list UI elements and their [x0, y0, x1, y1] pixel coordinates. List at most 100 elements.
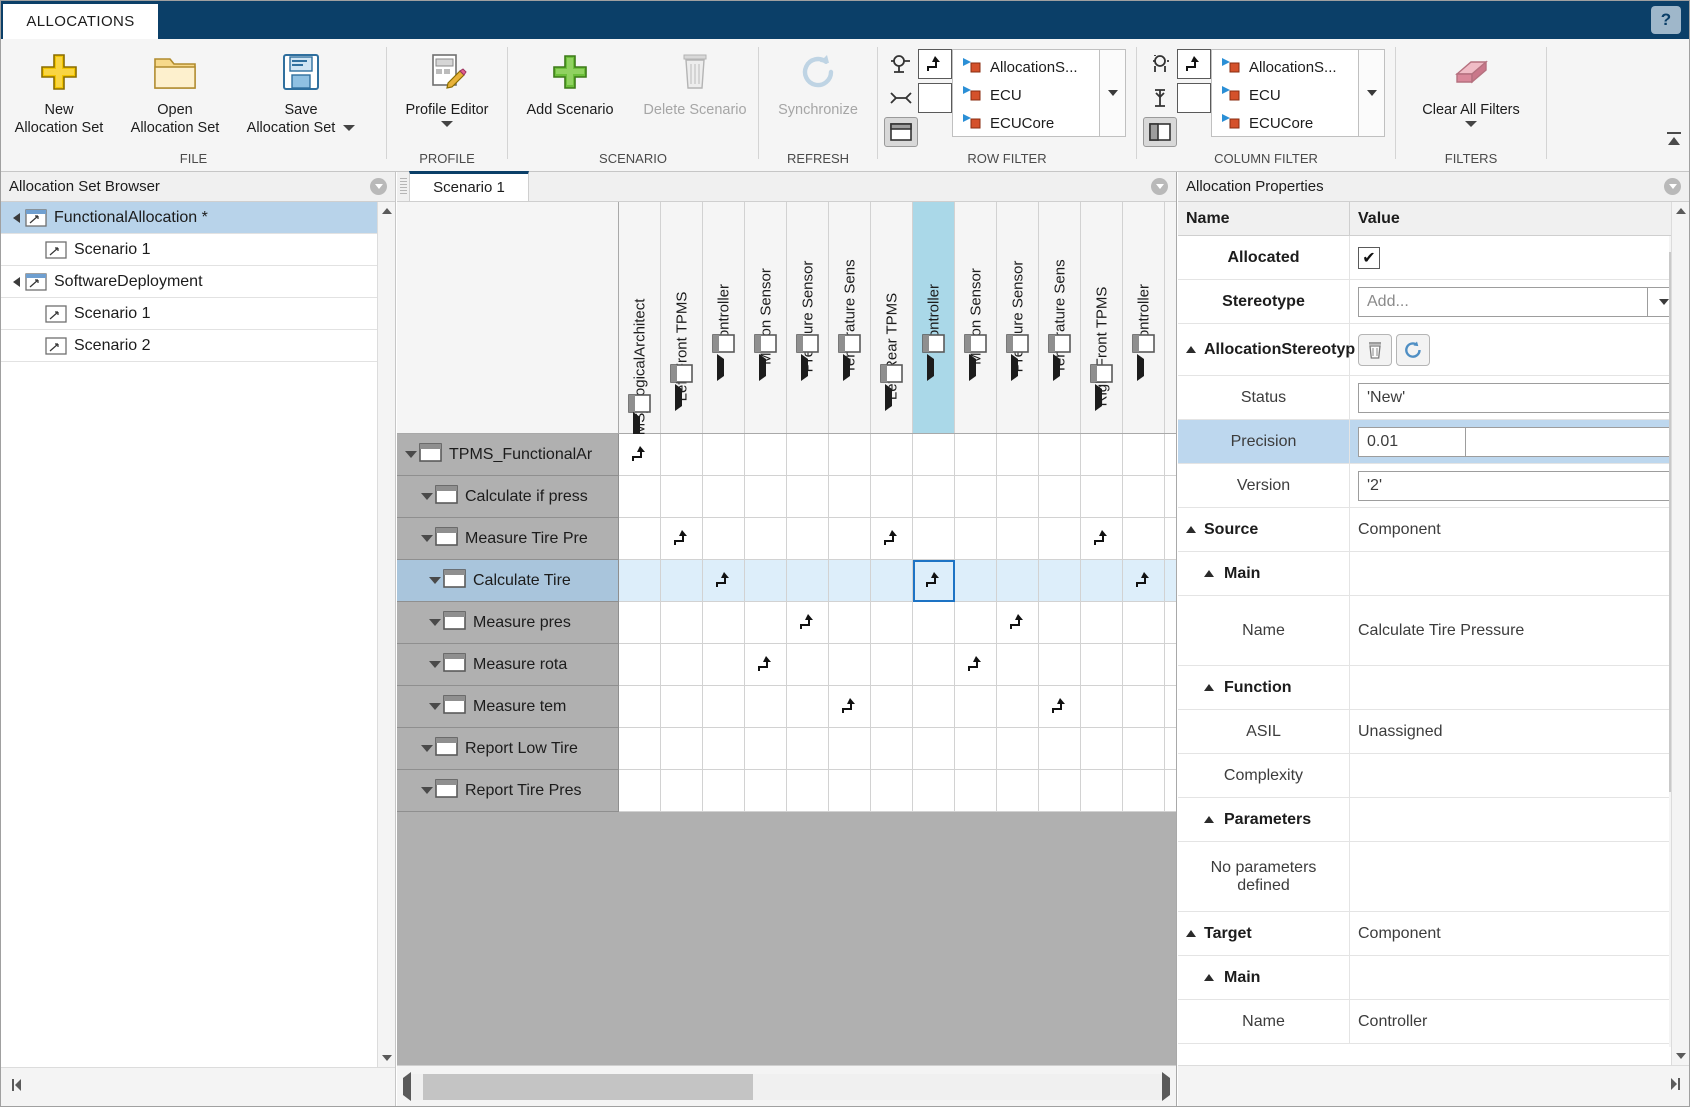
property-row-parameters[interactable]: Parameters [1178, 798, 1689, 842]
precision-input[interactable]: 0.01 [1358, 427, 1466, 457]
row-header[interactable]: TPMS_FunctionalAr [397, 434, 619, 476]
matrix-cell[interactable] [703, 434, 745, 476]
matrix-cell[interactable] [1123, 434, 1165, 476]
row-header[interactable]: Measure pres [397, 602, 619, 644]
column-header-left-front-tpms[interactable]: Left Front TPMS [661, 202, 703, 433]
row-expand-twisty-icon[interactable] [403, 451, 419, 458]
row-filter-unallocated-toggle[interactable] [918, 83, 952, 113]
column-expand-caret-icon[interactable] [885, 389, 892, 407]
matrix-cell[interactable] [1165, 728, 1176, 770]
matrix-cell[interactable] [913, 602, 955, 644]
property-row-function[interactable]: Function [1178, 666, 1689, 710]
scroll-end-icon[interactable] [1665, 1075, 1683, 1098]
matrix-cell[interactable] [871, 518, 913, 560]
column-header-partial[interactable] [1165, 202, 1176, 433]
matrix-panel-menu-button[interactable] [1151, 178, 1168, 195]
matrix-cell[interactable] [745, 518, 787, 560]
column-expand-caret-icon[interactable] [633, 417, 640, 435]
column-expand-caret-icon[interactable] [843, 359, 850, 377]
matrix-row[interactable]: Report Low Tire [397, 728, 1176, 770]
matrix-cell[interactable] [997, 644, 1039, 686]
row-filter-link-icon-button[interactable] [884, 83, 918, 113]
add-scenario-button[interactable]: Add Scenario [508, 39, 632, 147]
property-row-version[interactable]: Version '2' [1178, 464, 1689, 508]
matrix-cell[interactable] [619, 518, 661, 560]
browser-scroll-down-button[interactable] [378, 1049, 396, 1067]
matrix-cell[interactable] [871, 434, 913, 476]
matrix-row[interactable]: Calculate if press [397, 476, 1176, 518]
matrix-cell[interactable] [913, 434, 955, 476]
column-filter-item[interactable]: AllocationS... [1220, 54, 1356, 80]
property-row-complexity[interactable]: Complexity [1178, 754, 1689, 798]
matrix-cell[interactable] [787, 770, 829, 812]
tree-item-scenario-1-software[interactable]: Scenario 1 [1, 298, 377, 330]
properties-scroll-up-button[interactable] [1672, 202, 1689, 220]
properties-outer-vertical-scrollbar[interactable] [1671, 202, 1689, 1107]
column-header-temprature-sensor-lf[interactable]: Temprature Sens [829, 202, 871, 433]
matrix-cell[interactable] [997, 602, 1039, 644]
property-row-allocated[interactable]: Allocated ✔ [1178, 236, 1689, 280]
matrix-cell[interactable] [1081, 560, 1123, 602]
matrix-cell[interactable] [1081, 602, 1123, 644]
browser-horizontal-scrollbar[interactable] [1, 1067, 395, 1107]
matrix-cell[interactable] [913, 770, 955, 812]
column-filter-dropdown-button[interactable] [1359, 49, 1385, 137]
matrix-row[interactable]: Report Tire Pres [397, 770, 1176, 812]
matrix-cell[interactable] [703, 476, 745, 518]
matrix-cell[interactable] [1039, 644, 1081, 686]
column-header-controller-lr[interactable]: Controller [913, 202, 955, 433]
matrix-cell[interactable] [1123, 644, 1165, 686]
matrix-cell[interactable] [829, 518, 871, 560]
delete-scenario-button[interactable]: Delete Scenario [632, 39, 758, 147]
matrix-cell[interactable] [1165, 602, 1176, 644]
profile-editor-caret-icon[interactable] [441, 121, 453, 127]
matrix-cell[interactable] [955, 518, 997, 560]
matrix-cell[interactable] [871, 770, 913, 812]
matrix-cell[interactable] [703, 518, 745, 560]
matrix-cell[interactable] [997, 434, 1039, 476]
group-collapse-caret-icon[interactable] [1186, 346, 1196, 353]
property-row-source-main[interactable]: Main [1178, 552, 1689, 596]
matrix-cell[interactable] [787, 728, 829, 770]
matrix-cell[interactable] [619, 686, 661, 728]
matrix-cell[interactable] [913, 518, 955, 560]
matrix-cell[interactable] [787, 560, 829, 602]
matrix-cell[interactable] [1081, 644, 1123, 686]
matrix-cell[interactable] [1165, 476, 1176, 518]
tree-item-scenario-2-software[interactable]: Scenario 2 [1, 330, 377, 362]
property-value[interactable]: 0.01 [1350, 420, 1689, 463]
row-filter-item[interactable]: ECU [961, 82, 1097, 108]
property-value[interactable]: '2' [1350, 464, 1689, 507]
matrix-cell[interactable] [1165, 434, 1176, 476]
matrix-row-selected[interactable]: Calculate Tire [397, 560, 1176, 602]
matrix-cell[interactable] [661, 560, 703, 602]
property-row-stereotype[interactable]: Stereotype Add... [1178, 280, 1689, 324]
column-filter-source-icon-button[interactable] [1143, 49, 1177, 79]
column-header-motion-sensor-lf[interactable]: Motion Sensor [745, 202, 787, 433]
matrix-cell[interactable] [1039, 518, 1081, 560]
browser-scroll-up-button[interactable] [378, 202, 395, 220]
matrix-cell[interactable] [1039, 728, 1081, 770]
tab-strip-grip[interactable] [397, 171, 409, 201]
row-filter-item[interactable]: AllocationS... [961, 54, 1097, 80]
matrix-cell[interactable] [1165, 644, 1176, 686]
row-expand-twisty-icon[interactable] [419, 787, 435, 794]
matrix-cell[interactable] [955, 434, 997, 476]
row-header[interactable]: Report Tire Pres [397, 770, 619, 812]
stereotype-input[interactable]: Add... [1358, 287, 1647, 317]
matrix-scroll-track[interactable] [411, 1074, 1162, 1100]
column-expand-caret-icon[interactable] [801, 359, 808, 377]
matrix-cell[interactable] [703, 686, 745, 728]
matrix-cell[interactable] [661, 518, 703, 560]
column-header-left-rear-tpms[interactable]: Left Rear TPMS [871, 202, 913, 433]
matrix-cell[interactable] [1081, 476, 1123, 518]
group-collapse-caret-icon[interactable] [1204, 570, 1214, 577]
matrix-cell[interactable] [955, 476, 997, 518]
property-row-target[interactable]: Target Component [1178, 912, 1689, 956]
property-row-status[interactable]: Status 'New' [1178, 376, 1689, 420]
matrix-cell[interactable] [1039, 434, 1081, 476]
column-expand-caret-icon[interactable] [675, 389, 682, 407]
matrix-cell[interactable] [787, 434, 829, 476]
allocation-set-tree[interactable]: FunctionalAllocation * Scenario 1 [1, 202, 377, 1067]
matrix-cell[interactable] [1165, 686, 1176, 728]
